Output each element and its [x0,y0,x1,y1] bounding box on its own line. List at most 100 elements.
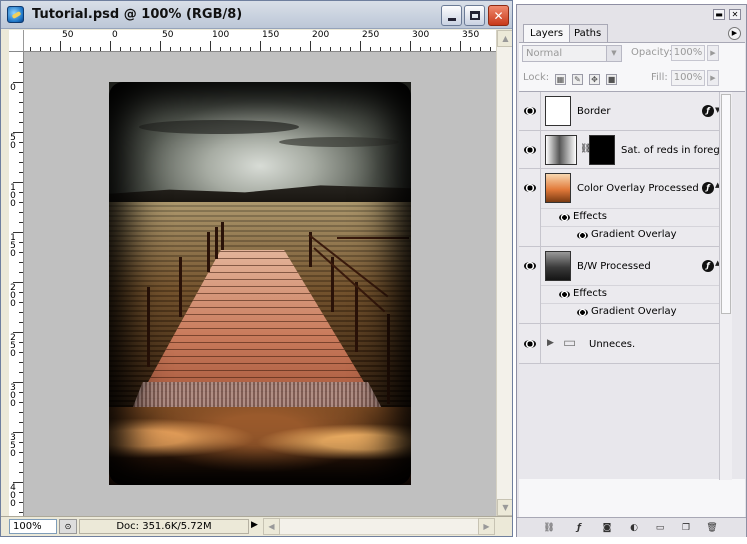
palette-close-button[interactable]: ✕ [729,9,741,20]
palette-body: Normal ▼ Opacity: 100% ▶ Lock: ▦ ✎ ✥ ■ F… [519,42,745,518]
vertical-scrollbar[interactable]: ▲ ▼ [496,30,512,516]
ruler-tick [19,92,23,93]
lock-position-icon[interactable]: ✥ [589,74,600,85]
fx-icon[interactable]: ƒ [702,260,714,272]
layer-name: Sat. of reds in foregr... [621,145,733,156]
ruler-tick [190,47,191,51]
ruler-tick [210,41,211,51]
ruler-tick [19,402,23,403]
ruler-label: 250 [362,30,380,40]
layer-row-bw-processed[interactable]: B/W Processed ƒ ▲ Effects Gradient Overl… [519,247,720,324]
eye-icon [524,262,536,270]
document-window: Tutorial.psd @ 100% (RGB/8) ✕ 50 0 50 100 15… [0,0,513,537]
tab-paths[interactable]: Paths [567,24,609,42]
lock-all-icon[interactable]: ■ [606,74,617,85]
visibility-toggle[interactable] [519,169,541,246]
eye-icon[interactable] [559,214,570,221]
palette-minimize-button[interactable]: ▬ [713,9,725,20]
fx-icon[interactable]: ƒ [702,105,714,117]
ruler-tick [19,142,23,143]
scroll-right-button[interactable]: ▶ [478,518,495,535]
ruler-tick [230,47,231,51]
folder-icon: ▭ [563,335,577,351]
fill-field[interactable]: 100% [671,70,705,86]
status-menu-arrow-icon[interactable]: ▶ [251,520,258,530]
minimize-button[interactable] [441,5,462,26]
scroll-left-button[interactable]: ◀ [263,518,280,535]
ruler-label: 300 [412,30,430,40]
scrollbar-thumb[interactable] [721,94,731,314]
layer-row-saturation[interactable]: ⛓ Sat. of reds in foregr... [519,131,732,169]
layer-row-border[interactable]: Border ƒ ▼ [519,92,720,131]
layer-mask-thumbnail [589,135,615,165]
status-bar: 100% ⊙ Doc: 351.6K/5.72M ▶ ◀ ▶ [1,516,512,536]
opacity-slider-button[interactable]: ▶ [707,45,719,61]
close-button[interactable]: ✕ [488,5,509,26]
vertical-ruler[interactable]: 0 50 100 150 200 250 300 350 400 [9,52,24,516]
eye-icon[interactable] [577,232,588,239]
fill-slider-button[interactable]: ▶ [707,70,719,86]
layers-scrollbar[interactable] [719,92,732,480]
minimize-icon [447,18,456,21]
ruler-tick [19,162,23,163]
opacity-label: Opacity: [631,47,673,58]
lock-transparency-icon[interactable]: ▦ [555,74,566,85]
ruler-tick [350,47,351,51]
ruler-label: 350 [10,433,16,459]
zoom-field[interactable]: 100% [9,519,57,534]
layer-group-unneces[interactable]: ▶ ▭ Unneces. [519,324,719,364]
visibility-toggle[interactable] [519,131,541,168]
scroll-down-button[interactable]: ▼ [497,499,512,516]
tab-layers[interactable]: Layers [523,24,571,42]
fx-icon[interactable]: ƒ [702,182,714,194]
add-mask-icon[interactable]: ◙ [601,522,613,534]
new-group-icon[interactable]: ▭ [654,522,666,534]
ruler-label: 250 [10,333,16,359]
visibility-toggle[interactable] [519,92,541,130]
canvas-area[interactable] [24,52,496,516]
effect-gradient-overlay[interactable]: Gradient Overlay [541,303,719,321]
visibility-toggle[interactable] [519,324,541,363]
ruler-tick [19,152,23,153]
opacity-field[interactable]: 100% [671,45,705,61]
expand-arrow-icon[interactable]: ▶ [547,338,554,348]
maximize-button[interactable] [464,5,485,26]
ruler-tick [19,392,23,393]
ruler-tick [100,47,101,51]
ruler-tick [30,47,31,51]
horizontal-scrollbar[interactable]: ◀ ▶ [263,518,495,535]
lock-label: Lock: [523,72,550,83]
ruler-tick [340,47,341,51]
ruler-label: 300 [10,383,16,409]
add-layer-style-icon[interactable]: ƒ [573,522,585,534]
ruler-tick [19,342,23,343]
eye-icon[interactable] [577,309,588,316]
link-layers-icon[interactable]: ⛓ [543,522,555,534]
blend-mode-select[interactable]: Normal ▼ [522,45,622,62]
document-titlebar[interactable]: Tutorial.psd @ 100% (RGB/8) ✕ [1,1,512,29]
palette-titlebar[interactable]: ▬ ✕ [517,5,746,25]
palette-menu-button[interactable]: ▶ [728,27,741,40]
scroll-up-button[interactable]: ▲ [497,30,512,47]
new-layer-icon[interactable]: ❐ [680,522,692,534]
visibility-toggle[interactable] [519,247,541,323]
eye-icon[interactable] [559,291,570,298]
effects-row[interactable]: Effects [541,285,719,303]
status-info-icon[interactable]: ⊙ [59,519,77,534]
new-adjustment-layer-icon[interactable]: ◐ [628,522,640,534]
trash-icon[interactable]: 🗑 [706,522,718,534]
ruler-tick [270,47,271,51]
ruler-tick [19,212,23,213]
ruler-tick [19,502,23,503]
effect-gradient-overlay[interactable]: Gradient Overlay [541,226,719,244]
ruler-label: 350 [462,30,480,40]
image-canvas[interactable] [109,82,411,485]
ruler-tick [19,262,23,263]
ruler-label: 0 [10,83,16,93]
lock-pixels-icon[interactable]: ✎ [572,74,583,85]
horizontal-ruler[interactable]: 50 0 50 100 150 200 250 300 350 [24,30,496,52]
effects-row[interactable]: Effects [541,208,719,226]
ruler-origin[interactable] [9,30,24,52]
layer-row-color-overlay[interactable]: Color Overlay Processed ƒ ▲ Effects Grad… [519,169,720,247]
ruler-tick [220,47,221,51]
